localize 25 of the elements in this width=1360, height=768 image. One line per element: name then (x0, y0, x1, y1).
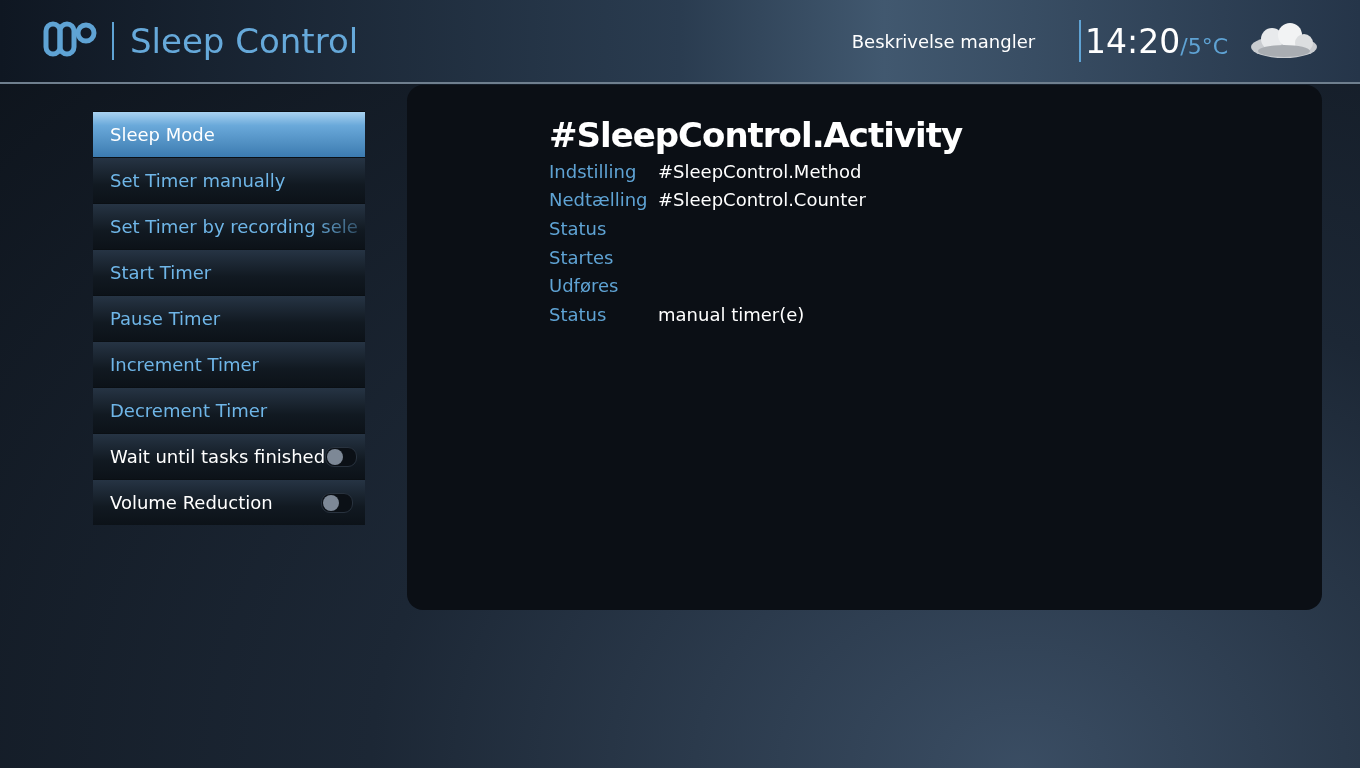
menu-item[interactable]: Decrement Timer (93, 387, 365, 433)
description-text: Beskrivelse mangler (851, 30, 1036, 52)
menu-item[interactable]: Wait until tasks finished (93, 433, 365, 479)
clock-time: 14:20 (1085, 21, 1181, 61)
menu-item[interactable]: Start Timer (93, 249, 365, 295)
detail-value: #SleepControl.Counter (658, 189, 866, 211)
menu-item[interactable]: Set Timer manually (93, 157, 365, 203)
detail-label: Udføres (549, 275, 620, 297)
toggle-switch[interactable] (321, 492, 353, 513)
detail-label: Indstilling (549, 160, 638, 182)
detail-label: Status (549, 218, 608, 239)
detail-label: Startes (549, 246, 615, 268)
detail-label: Status (549, 303, 608, 325)
detail-value: #SleepControl.Method (658, 160, 862, 182)
activity-heading: #SleepControl.Activity (549, 115, 964, 155)
app-title: Sleep Control (130, 21, 359, 61)
menu-item[interactable]: Set Timer by recording sele (93, 203, 365, 249)
detail-value: manual timer(e) (658, 303, 805, 325)
temperature-text: /5°C (1180, 33, 1228, 59)
menu-item[interactable]: Increment Timer (93, 341, 365, 387)
detail-label: Nedtælling (549, 189, 649, 211)
menu-item[interactable]: Volume Reduction (93, 479, 365, 525)
cloud-icon (1248, 21, 1320, 61)
menu-item[interactable]: Pause Timer (93, 295, 365, 341)
toggle-switch[interactable] (325, 446, 358, 467)
